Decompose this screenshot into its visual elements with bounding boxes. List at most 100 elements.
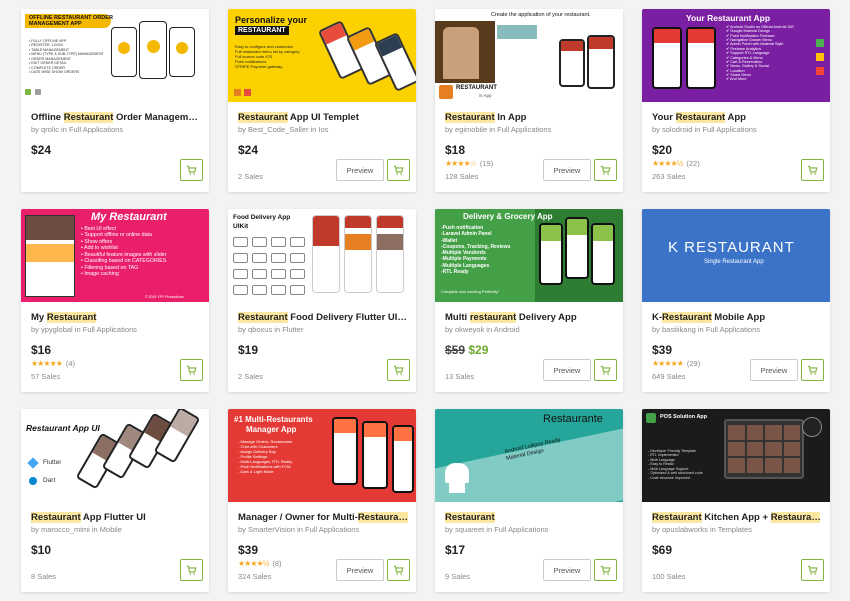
add-to-cart-button[interactable] — [801, 159, 824, 181]
author-link[interactable]: solodroid — [662, 125, 692, 134]
add-to-cart-button[interactable] — [594, 359, 617, 381]
preview-button[interactable]: Preview — [336, 559, 384, 581]
sales-count: 13 Sales — [445, 372, 475, 381]
product-title[interactable]: K-Restaurant Mobile App — [652, 312, 822, 326]
product-card[interactable]: My Restaurant • Best UI effect • Support… — [21, 209, 209, 392]
product-byline: by Best_Code_Saller in Ios — [238, 125, 329, 134]
author-link[interactable]: egimobile — [455, 125, 487, 134]
add-to-cart-button[interactable] — [801, 359, 824, 381]
add-to-cart-button[interactable] — [387, 159, 410, 181]
price-value: $18 — [445, 143, 466, 157]
product-title[interactable]: Manager / Owner for Multi-Restaurants... — [238, 512, 408, 526]
product-thumbnail[interactable]: POS Solution App - Developer Friendly Te… — [642, 409, 830, 502]
add-to-cart-button[interactable] — [801, 559, 824, 581]
author-link[interactable]: SmarterVision — [248, 525, 295, 534]
product-thumbnail[interactable]: OFFLINE RESTAURANT ORDER MANAGEMENT APP … — [21, 9, 209, 102]
product-title[interactable]: Multi restaurant Delivery App — [445, 312, 615, 326]
product-title[interactable]: Offline Restaurant Order Management ... — [31, 112, 201, 126]
product-card[interactable]: Food Delivery App UIKit Restaurant Food … — [228, 209, 416, 392]
product-thumbnail[interactable]: K RESTAURANT Single Restaurant App — [642, 209, 830, 302]
product-card[interactable]: #1 Multi-Restaurants Manager App - Manag… — [228, 409, 416, 592]
product-title[interactable]: Restaurant App UI Templet — [238, 112, 408, 126]
product-thumbnail[interactable]: #1 Multi-Restaurants Manager App - Manag… — [228, 409, 416, 502]
product-thumbnail[interactable]: Restaurant App UI Flutter Dart — [21, 409, 209, 502]
add-to-cart-button[interactable] — [387, 559, 410, 581]
product-card[interactable]: Delivery & Grocery App -Push notificatio… — [435, 209, 623, 392]
product-card[interactable]: OFFLINE RESTAURANT ORDER MANAGEMENT APP … — [21, 9, 209, 192]
product-card[interactable]: Personalize your RESTAURANT Easy to conf… — [228, 9, 416, 192]
product-thumbnail[interactable]: Personalize your RESTAURANT Easy to conf… — [228, 9, 416, 102]
thumb-footer: Complete and working Perfectly! — [441, 289, 499, 294]
author-link[interactable]: okweyok — [455, 325, 484, 334]
author-link[interactable]: marocco_mimi — [41, 525, 90, 534]
product-card[interactable]: Restaurante Android Lollipop Ready Mater… — [435, 409, 623, 592]
preview-button[interactable]: Preview — [750, 359, 798, 381]
product-title[interactable]: Your Restaurant App — [652, 112, 822, 126]
category-link[interactable]: Full Applications — [702, 125, 756, 134]
product-title[interactable]: Restaurant Kitchen App + Restaurant ... — [652, 512, 822, 526]
add-to-cart-button[interactable] — [180, 159, 203, 181]
category-link[interactable]: Ios — [319, 125, 329, 134]
author-link[interactable]: ypyglobal — [41, 325, 73, 334]
product-thumbnail[interactable]: Create the application of your restauran… — [435, 9, 623, 102]
category-link[interactable]: Full Applications — [69, 125, 123, 134]
category-link[interactable]: Full Applications — [305, 525, 359, 534]
product-thumbnail[interactable]: Your Restaurant App ✔ Android Studio as … — [642, 9, 830, 102]
product-thumbnail[interactable]: Food Delivery App UIKit — [228, 209, 416, 302]
product-card[interactable]: POS Solution App - Developer Friendly Te… — [642, 409, 830, 592]
thumb-bullets: Easy to configure and customize Full res… — [235, 44, 300, 69]
thumb-heading-2: RESTAURANT — [235, 26, 289, 35]
author-link[interactable]: bastiikang — [662, 325, 696, 334]
thumb-heading: Restaurante — [543, 413, 603, 425]
sales-count: 649 Sales — [652, 372, 686, 381]
product-card[interactable]: K RESTAURANT Single Restaurant App K-Res… — [642, 209, 830, 392]
add-to-cart-button[interactable] — [387, 359, 410, 381]
product-byline: by qrolic in Full Applications — [31, 125, 124, 134]
add-to-cart-button[interactable] — [180, 559, 203, 581]
product-card[interactable]: Create the application of your restauran… — [435, 9, 623, 192]
category-link[interactable]: Flutter — [282, 325, 303, 334]
title-suffix: Order Management ... — [115, 112, 201, 123]
product-card[interactable]: Restaurant App UI Flutter Dart Restauran… — [21, 409, 209, 592]
author-link[interactable]: opuslabworks — [662, 525, 708, 534]
category-link[interactable]: Full Applications — [83, 325, 137, 334]
sales-count: 100 Sales — [652, 572, 686, 581]
title-suffix: App Flutter UI — [80, 512, 146, 523]
category-link[interactable]: Android — [494, 325, 520, 334]
preview-button[interactable]: Preview — [543, 159, 591, 181]
category-link[interactable]: Mobile — [100, 525, 122, 534]
add-to-cart-button[interactable] — [594, 559, 617, 581]
product-card[interactable]: Your Restaurant App ✔ Android Studio as … — [642, 9, 830, 192]
product-title[interactable]: Restaurant — [445, 512, 615, 526]
preview-button[interactable]: Preview — [543, 559, 591, 581]
product-byline: by squareet in Full Applications — [445, 525, 549, 534]
category-link[interactable]: Full Applications — [706, 325, 760, 334]
author-link[interactable]: Best_Code_Saller — [248, 125, 308, 134]
author-link[interactable]: qboxus — [248, 325, 272, 334]
category-link[interactable]: Full Applications — [494, 525, 548, 534]
author-link[interactable]: qrolic — [41, 125, 59, 134]
product-title[interactable]: My Restaurant — [31, 312, 201, 326]
category-link[interactable]: Full Applications — [497, 125, 551, 134]
price-value: $20 — [652, 143, 673, 157]
product-thumbnail[interactable]: Delivery & Grocery App -Push notificatio… — [435, 209, 623, 302]
thumb-heading: OFFLINE RESTAURANT ORDER MANAGEMENT APP — [29, 15, 113, 28]
title-highlight: restaurant — [469, 312, 517, 323]
rating-stars: ★★★★★ (29) — [652, 359, 700, 368]
category-link[interactable]: Templates — [718, 525, 752, 534]
cart-icon — [393, 365, 404, 376]
preview-button[interactable]: Preview — [543, 359, 591, 381]
product-title[interactable]: Restaurant Food Delivery Flutter UIKit — [238, 312, 408, 326]
product-thumbnail[interactable]: My Restaurant • Best UI effect • Support… — [21, 209, 209, 302]
add-to-cart-button[interactable] — [180, 359, 203, 381]
review-count: (4) — [65, 359, 76, 368]
author-link[interactable]: squareet — [455, 525, 484, 534]
add-to-cart-button[interactable] — [594, 159, 617, 181]
product-title[interactable]: Restaurant In App — [445, 112, 615, 126]
preview-button[interactable]: Preview — [336, 159, 384, 181]
product-thumbnail[interactable]: Restaurante Android Lollipop Ready Mater… — [435, 409, 623, 502]
thumb-heading: POS Solution App — [660, 414, 708, 420]
product-title[interactable]: Restaurant App Flutter UI — [31, 512, 201, 526]
title-suffix: App UI Templet — [287, 112, 359, 123]
cart-icon — [807, 365, 818, 376]
